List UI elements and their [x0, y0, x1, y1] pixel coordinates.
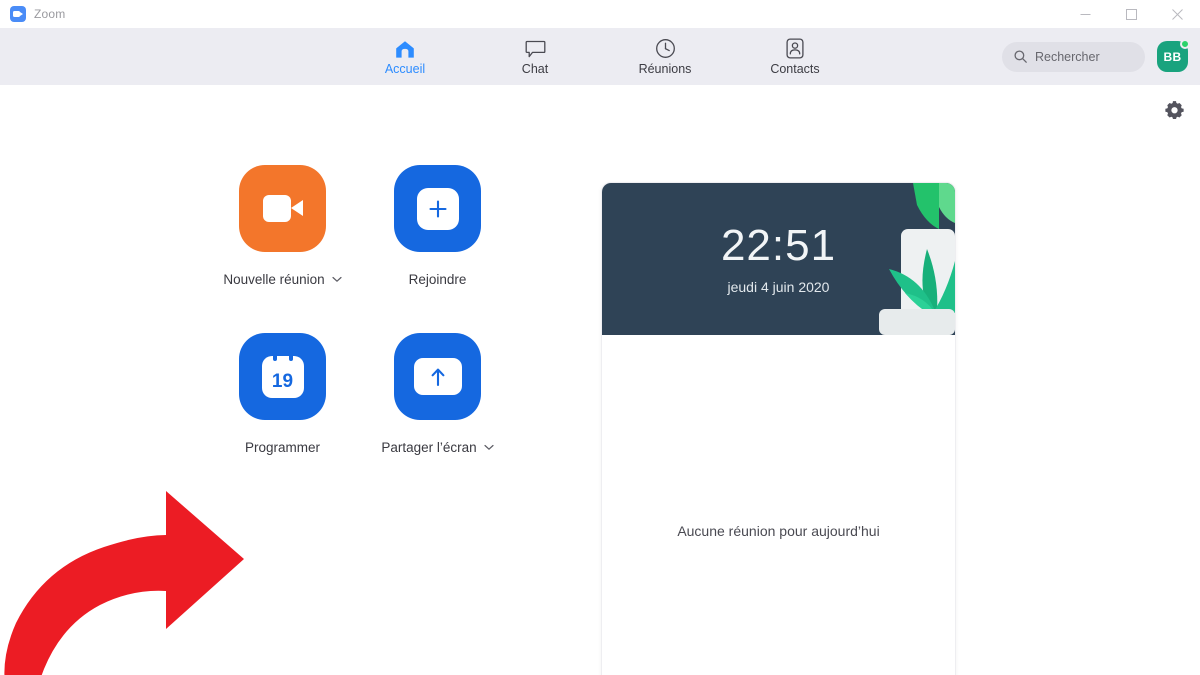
join-tile[interactable]	[394, 165, 481, 252]
action-rejoindre-label: Rejoindre	[408, 272, 467, 287]
calendar-day: 19	[271, 370, 294, 392]
meetings-card: 22:51 jeudi 4 juin 2020 Aucune réunion p…	[601, 182, 956, 675]
plus-icon	[416, 187, 459, 230]
status-badge	[1180, 39, 1190, 49]
plant-illustration	[879, 183, 955, 335]
tab-chat[interactable]: Chat	[496, 37, 574, 76]
annotation-arrow-icon	[4, 491, 244, 675]
search-icon	[1014, 50, 1027, 63]
settings-button[interactable]	[1162, 97, 1186, 121]
search-input[interactable]: Rechercher	[1002, 41, 1145, 72]
zoom-app-window: Zoom Accueil Chat Réunions Contacts Rech…	[0, 0, 1200, 675]
window-controls	[1062, 0, 1200, 28]
clock-date: jeudi 4 juin 2020	[727, 278, 830, 295]
minimize-icon[interactable]	[1062, 0, 1108, 28]
action-nouvelle-reunion[interactable]: Nouvelle réunion	[205, 165, 360, 333]
clock-banner: 22:51 jeudi 4 juin 2020	[602, 183, 955, 335]
chevron-down-icon[interactable]	[332, 276, 342, 283]
schedule-tile[interactable]: 19	[239, 333, 326, 420]
contacts-icon	[786, 37, 804, 59]
tab-accueil[interactable]: Accueil	[366, 37, 444, 76]
chat-icon	[525, 37, 546, 59]
avatar[interactable]: BB	[1157, 39, 1190, 72]
close-icon[interactable]	[1154, 0, 1200, 28]
maximize-icon[interactable]	[1108, 0, 1154, 28]
share-screen-arrow-icon	[413, 358, 462, 395]
tab-chat-label: Chat	[521, 62, 549, 76]
action-partager-ecran[interactable]: Partager l’écran	[360, 333, 515, 501]
zoom-logo-icon	[10, 6, 26, 22]
tab-reunions-label: Réunions	[638, 62, 692, 76]
home-icon	[394, 37, 416, 59]
tab-contacts[interactable]: Contacts	[756, 37, 834, 76]
share-screen-tile[interactable]	[394, 333, 481, 420]
tab-accueil-label: Accueil	[384, 62, 426, 76]
tab-contacts-label: Contacts	[770, 62, 820, 76]
action-partager-ecran-label: Partager l’écran	[381, 440, 477, 455]
title-bar: Zoom	[0, 0, 1200, 28]
action-programmer-label: Programmer	[244, 440, 320, 455]
new-meeting-tile[interactable]	[239, 165, 326, 252]
header-right-cluster: Rechercher BB	[1002, 39, 1190, 72]
chevron-down-icon[interactable]	[484, 444, 494, 451]
window-title: Zoom	[34, 7, 66, 21]
clock-time: 22:51	[720, 220, 837, 270]
tab-reunions[interactable]: Réunions	[626, 37, 704, 76]
action-nouvelle-reunion-label-row: Nouvelle réunion	[223, 272, 342, 287]
action-grid: Nouvelle réunion Rejoindre 19 Programmer…	[205, 165, 515, 501]
video-camera-icon	[262, 195, 303, 222]
home-content: Nouvelle réunion Rejoindre 19 Programmer…	[0, 85, 1200, 675]
calendar-icon: 19	[261, 351, 304, 398]
action-nouvelle-reunion-label: Nouvelle réunion	[223, 272, 325, 287]
gear-icon	[1164, 100, 1184, 119]
no-meetings-message: Aucune réunion pour aujourd’hui	[677, 523, 880, 539]
header-bar: Accueil Chat Réunions Contacts Recherche…	[0, 28, 1200, 85]
title-bar-left: Zoom	[0, 6, 65, 22]
action-rejoindre-label-row: Rejoindre	[409, 272, 467, 287]
search-placeholder: Rechercher	[1035, 49, 1100, 64]
action-programmer-label-row: Programmer	[245, 440, 320, 455]
action-partager-ecran-label-row: Partager l’écran	[381, 440, 494, 455]
action-rejoindre[interactable]: Rejoindre	[360, 165, 515, 333]
clock-icon	[655, 37, 676, 59]
